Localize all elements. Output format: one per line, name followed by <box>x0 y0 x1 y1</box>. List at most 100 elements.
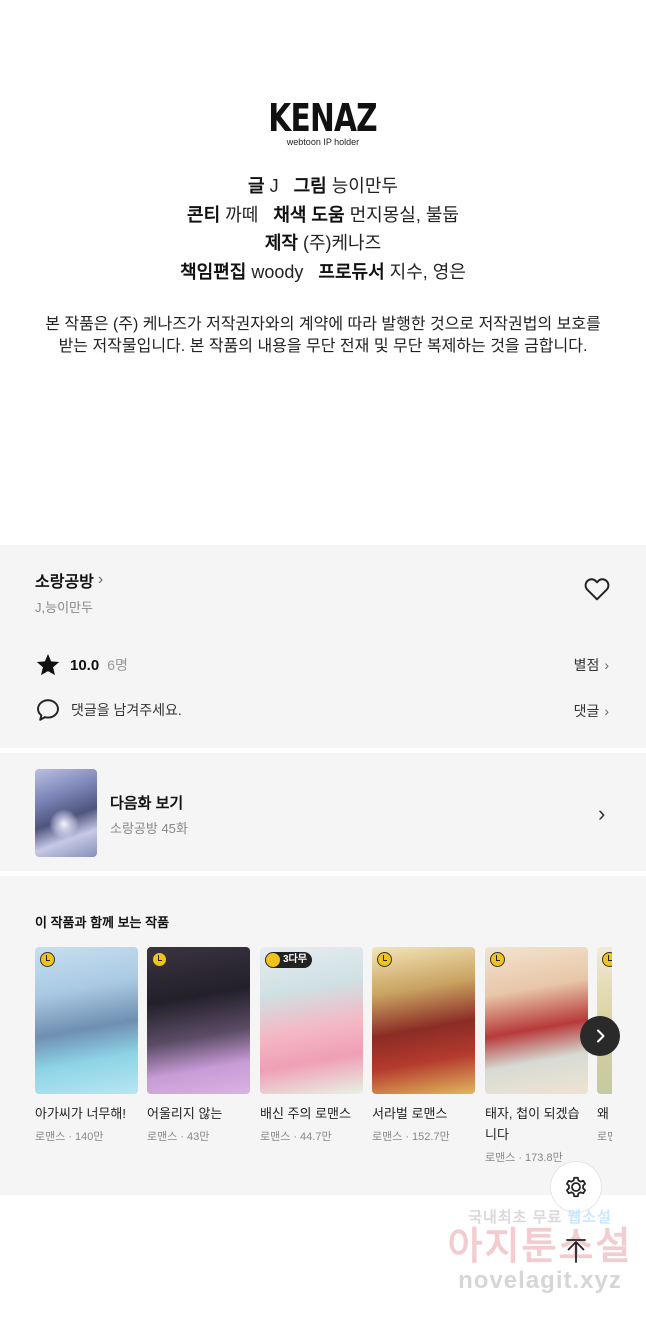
site-watermark: 국내최초 무료 웹소설 아지툰소설 novelagit.xyz <box>440 1206 640 1295</box>
clock-icon <box>377 952 392 967</box>
recommendation-genre: 로맨스 <box>372 1131 403 1143</box>
thumbnail-art <box>49 809 79 839</box>
scroll-to-top-button[interactable] <box>550 1225 602 1277</box>
rating-score: 10.0 <box>70 656 100 674</box>
comment-icon <box>37 699 59 721</box>
credit-value: (주)케나즈 <box>302 233 382 253</box>
credit-label: 제작 <box>264 233 298 253</box>
recommendation-cover: 3다무 <box>260 947 363 1094</box>
copyright-notice: 본 작품은 (주) 케나즈가 저작권자와의 계약에 따라 발행한 것으로 저작권… <box>0 314 646 358</box>
recommendation-cover <box>485 947 588 1094</box>
credit-value: 지수, 영은 <box>389 261 466 282</box>
gear-icon <box>566 1176 586 1198</box>
comment-input[interactable]: 댓글을 남겨주세요. <box>35 697 182 723</box>
carousel-next-button[interactable] <box>580 1016 620 1056</box>
credit-value: 먼지몽실, 불둡 <box>349 204 459 225</box>
arrow-up-icon <box>566 1239 586 1263</box>
clock-icon <box>266 953 280 967</box>
recommendation-title: 아가씨가 너무해! <box>35 1106 126 1121</box>
credit-label: 채색 도움 <box>273 204 345 225</box>
recommendation-views: 44.7만 <box>300 1131 332 1143</box>
clock-icon <box>490 952 505 967</box>
credits-section: KENAZ webtoon IP holder 글 J 그림 능이만두 콘티 까… <box>0 0 646 545</box>
chevron-right-icon: › <box>604 657 609 673</box>
series-authors: J,능이만두 <box>35 600 93 615</box>
chevron-right-icon: › <box>604 703 609 719</box>
recommendation-meta: 로맨스 · 44.7만 <box>260 1131 332 1143</box>
credit-label: 글 <box>248 176 265 196</box>
credit-line-3: 제작 (주)케나즈 <box>0 229 646 258</box>
section-divider <box>0 871 646 876</box>
recommendation-card[interactable]: 3다무 배신 주의 로맨스 로맨스 · 44.7만 <box>260 947 363 1144</box>
recommendation-meta: 로맨 <box>597 1128 612 1144</box>
credit-label: 콘티 <box>187 204 221 225</box>
star-icon <box>36 653 60 676</box>
series-badge: 3다무 <box>265 952 312 968</box>
publisher-logo: KENAZ webtoon IP holder <box>0 98 646 147</box>
recommendation-genre: 로맨스 <box>260 1131 291 1143</box>
series-title: 소랑공방 <box>35 574 94 591</box>
recommendation-views: 140만 <box>75 1131 104 1143</box>
clock-icon <box>602 952 612 967</box>
recommendation-title: 왜 <box>597 1106 609 1121</box>
watermark-text: 웹소설 <box>567 1209 612 1226</box>
recommendation-cover <box>35 947 138 1094</box>
recommendation-card[interactable]: 어울리지 않는 로맨스 · 43만 <box>147 947 250 1144</box>
credit-value: J <box>269 176 279 196</box>
recommendation-card[interactable]: 아가씨가 너무해! 로맨스 · 140만 <box>35 947 138 1144</box>
recommendation-views: 152.7만 <box>412 1131 450 1143</box>
credit-value: 까떼 <box>225 204 259 225</box>
chevron-right-icon: › <box>97 571 104 588</box>
credit-label: 그림 <box>293 176 327 196</box>
rating-link[interactable]: 별점 › <box>574 655 609 675</box>
chevron-right-icon[interactable]: › <box>598 801 605 827</box>
copyright-notice-line: 본 작품은 (주) 케나즈가 저작권자와의 계약에 따라 발행한 것으로 저작권… <box>45 316 601 333</box>
watermark-line: 국내최초 무료 웹소설 <box>440 1206 640 1227</box>
rating-count: 6명 <box>107 657 128 673</box>
recommendation-title: 서라벌 로맨스 <box>372 1106 448 1121</box>
credit-label: 프로듀서 <box>318 261 385 282</box>
recommendation-title: 태자, 첩이 되겠습니다 <box>485 1106 580 1142</box>
credit-line-2: 콘티 까떼 채색 도움 먼지몽실, 불둡 <box>0 201 646 230</box>
series-title-link[interactable]: 소랑공방 › <box>35 568 103 592</box>
recommendation-card[interactable]: 태자, 첩이 되겠습니다 로맨스 · 173.8만 <box>485 947 588 1165</box>
credit-label: 책임편집 <box>180 261 247 282</box>
copyright-notice-line: 받는 저작물입니다. 본 작품의 내용을 무단 전재 및 무단 복제하는 것을 … <box>58 338 588 355</box>
recommendation-card[interactable]: 서라벌 로맨스 로맨스 · 152.7만 <box>372 947 475 1144</box>
recommendation-views: 173.8만 <box>525 1152 563 1164</box>
rating-row: 10.0 6명 <box>35 652 128 678</box>
recommendation-genre: 로맨스 <box>147 1131 178 1143</box>
credit-lines: 글 J 그림 능이만두 콘티 까떼 채색 도움 먼지몽실, 불둡 제작 (주)케… <box>0 172 646 286</box>
comment-link[interactable]: 댓글 › <box>574 701 609 721</box>
recommendation-title: 어울리지 않는 <box>147 1106 223 1121</box>
watermark-line: novelagit.xyz <box>458 1267 622 1294</box>
clock-icon <box>152 952 167 967</box>
credit-value: woody <box>251 261 304 282</box>
recommendations-carousel: 아가씨가 너무해! 로맨스 · 140만 어울리지 않는 로맨스 · 43만 3다무 배… <box>35 947 612 1167</box>
watermark-line: 아지툰소설 <box>447 1226 633 1268</box>
badge-label: 3다무 <box>283 954 307 965</box>
comment-placeholder: 댓글을 남겨주세요. <box>71 702 182 718</box>
next-episode-thumbnail[interactable] <box>35 769 97 857</box>
recommendation-genre: 로맨스 <box>35 1131 66 1143</box>
recommendation-genre: 로맨 <box>597 1131 612 1143</box>
credit-line-1: 글 J 그림 능이만두 <box>0 172 646 201</box>
recommendation-meta: 로맨스 · 152.7만 <box>372 1131 450 1143</box>
section-divider <box>0 748 646 753</box>
recommendation-meta: 로맨스 · 140만 <box>35 1131 104 1143</box>
next-episode-label[interactable]: 다음화 보기 <box>110 792 183 813</box>
recommendation-cover <box>372 947 475 1094</box>
recommendation-meta: 로맨스 · 43만 <box>147 1131 210 1143</box>
credit-value: 능이만두 <box>331 176 398 196</box>
recommendation-views: 43만 <box>187 1131 210 1143</box>
comment-link-label: 댓글 <box>573 703 600 719</box>
next-episode-subtitle: 소랑공방 45화 <box>110 821 188 836</box>
credit-line-4: 책임편집 woody 프로듀서 지수, 영은 <box>0 258 646 287</box>
clock-icon <box>40 952 55 967</box>
rating-link-label: 별점 <box>573 657 600 673</box>
recommendation-title: 배신 주의 로맨스 <box>260 1106 351 1121</box>
recommendations-heading: 이 작품과 함께 보는 작품 <box>35 915 170 930</box>
heart-icon[interactable] <box>584 577 610 601</box>
logo-wordmark: KENAZ <box>268 96 378 140</box>
recommendation-cover <box>147 947 250 1094</box>
